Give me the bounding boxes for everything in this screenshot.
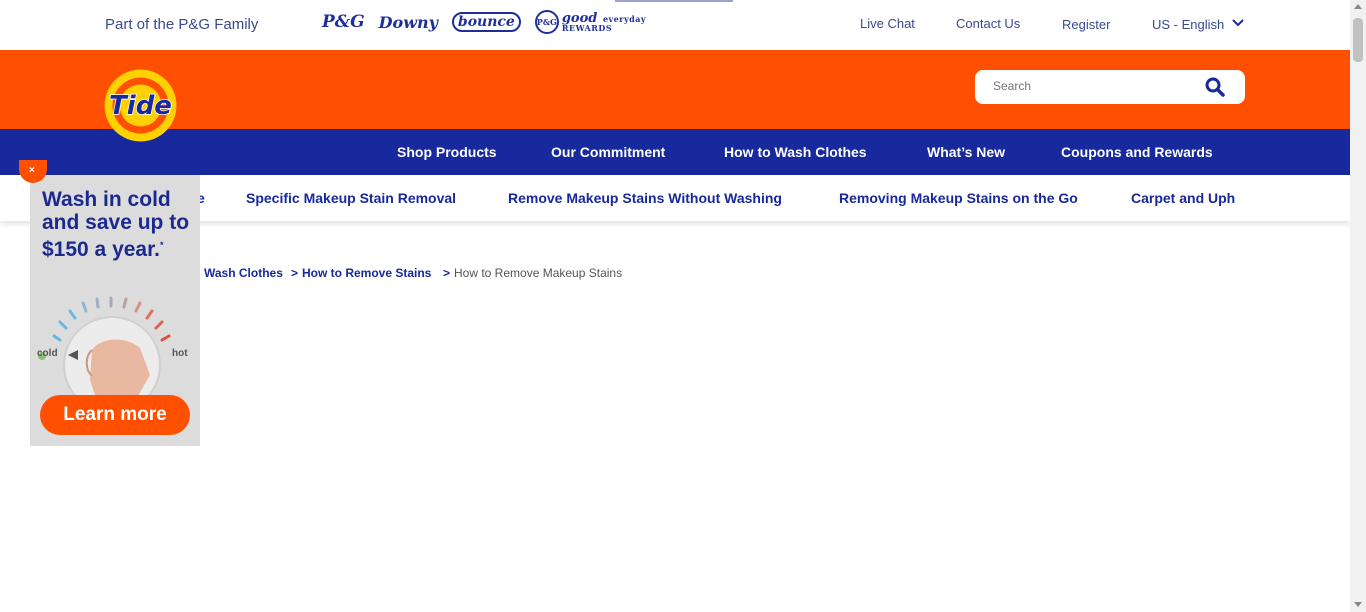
scroll-down-arrow-icon[interactable]: [1354, 602, 1362, 607]
pg-good-everyday-logo[interactable]: P&G good everyday REWARDS: [534, 10, 647, 34]
brand-logos: P&G Downy bounce P&G good everyday REWAR…: [322, 10, 646, 34]
everyday-text: everyday: [602, 13, 647, 24]
rewards-text: REWARDS: [561, 22, 613, 33]
scroll-up-arrow-icon[interactable]: [1354, 4, 1362, 9]
main-nav: Shop Products Our Commitment How to Wash…: [0, 129, 1350, 175]
pg-logo[interactable]: P&G: [322, 12, 365, 32]
temperature-dial-illustration: [38, 296, 171, 410]
nav-shop-products[interactable]: Shop Products: [397, 144, 497, 160]
subnav-specific-makeup[interactable]: Specific Makeup Stain Removal: [246, 190, 456, 206]
search-icon[interactable]: [1205, 77, 1225, 97]
subnav-without-washing[interactable]: Remove Makeup Stains Without Washing: [508, 190, 782, 206]
downy-logo[interactable]: Downy: [379, 13, 438, 32]
pg-circle-mark: P&G: [534, 10, 559, 34]
tide-logo[interactable]: Tide: [104, 69, 177, 142]
pg-family-text: Part of the P&G Family: [105, 16, 259, 33]
register-link[interactable]: Register: [1062, 17, 1110, 32]
logo-text: Tide: [109, 91, 172, 121]
promo-ad[interactable]: Wash in cold and save up to $150 a year.…: [30, 175, 200, 446]
sub-nav: e Specific Makeup Stain Removal Remove M…: [0, 175, 1350, 221]
page-scrollbar[interactable]: [1350, 0, 1366, 612]
breadcrumb-separator: >: [291, 266, 299, 280]
utility-bar: Part of the P&G Family P&G Downy bounce …: [0, 0, 1350, 50]
live-chat-link[interactable]: Live Chat: [860, 16, 915, 31]
nav-whats-new[interactable]: What’s New: [927, 144, 1005, 160]
breadcrumb-current: How to Remove Makeup Stains: [454, 266, 623, 280]
breadcrumb-remove-stains[interactable]: How to Remove Stains: [302, 266, 431, 280]
bounce-logo[interactable]: bounce: [451, 12, 521, 32]
nav-how-to-wash[interactable]: How to Wash Clothes: [724, 144, 867, 160]
nav-our-commitment[interactable]: Our Commitment: [551, 144, 665, 160]
cold-label: cold: [37, 348, 58, 359]
subnav-carpet[interactable]: Carpet and Uph: [1131, 190, 1245, 206]
top-indicator-line: [615, 0, 733, 2]
nav-coupons-rewards[interactable]: Coupons and Rewards: [1061, 144, 1213, 160]
close-icon: ×: [29, 165, 35, 176]
learn-more-button[interactable]: Learn more: [40, 395, 190, 435]
subnav-on-the-go[interactable]: Removing Makeup Stains on the Go: [839, 190, 1078, 206]
search-input[interactable]: [993, 79, 1193, 93]
search-box[interactable]: [975, 70, 1245, 104]
chevron-down-icon[interactable]: [1232, 17, 1244, 29]
scrollbar-thumb[interactable]: [1353, 18, 1363, 62]
contact-us-link[interactable]: Contact Us: [956, 16, 1020, 31]
hot-label: hot: [172, 348, 188, 359]
main-header: [0, 50, 1350, 129]
breadcrumb-wash-clothes[interactable]: Wash Clothes: [204, 266, 283, 280]
locale-selector[interactable]: US - English: [1152, 17, 1224, 32]
ad-headline: Wash in cold and save up to $150 a year.…: [42, 188, 190, 261]
breadcrumb-separator: >: [443, 266, 451, 280]
